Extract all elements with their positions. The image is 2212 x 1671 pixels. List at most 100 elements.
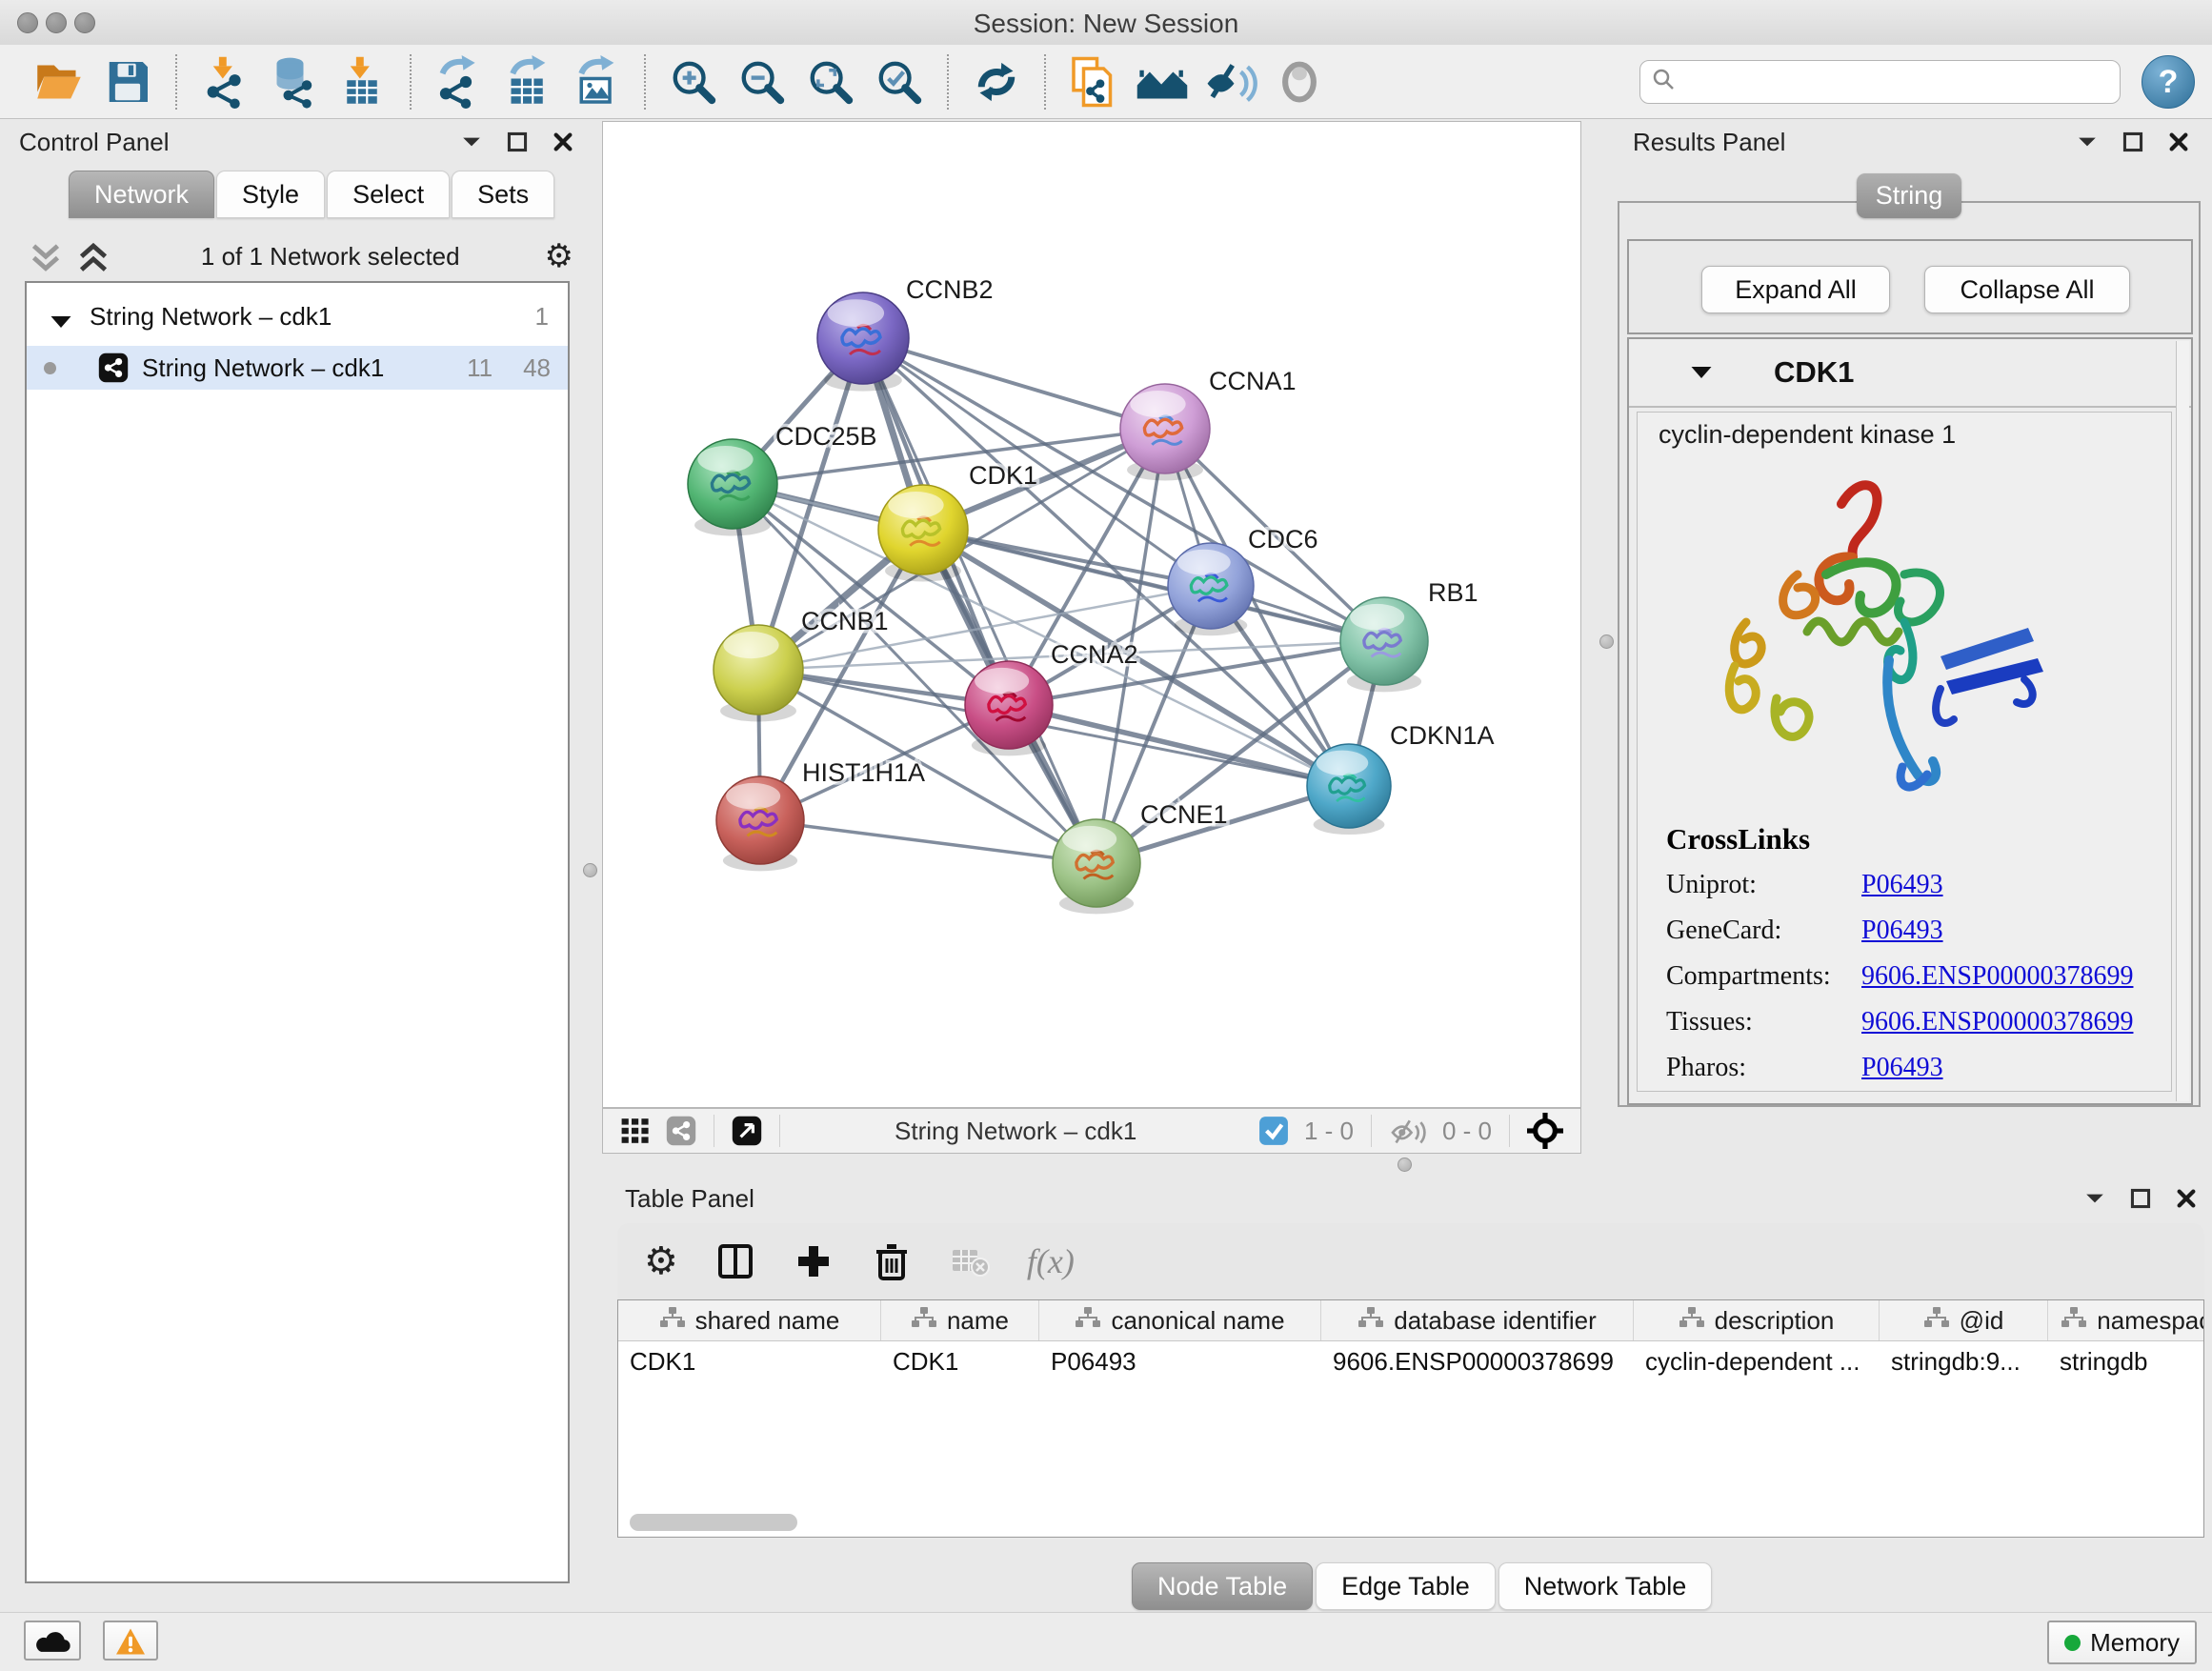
table-horizontal-scrollbar[interactable] bbox=[630, 1514, 797, 1531]
tab-select[interactable]: Select bbox=[327, 171, 450, 218]
warnings-button[interactable] bbox=[103, 1621, 158, 1661]
table-cell[interactable]: CDK1 bbox=[618, 1347, 881, 1377]
tab-string[interactable]: String bbox=[1857, 173, 1961, 218]
import-network-from-database-button[interactable] bbox=[264, 52, 323, 111]
table-cell[interactable]: CDK1 bbox=[881, 1347, 1039, 1377]
column-header-description[interactable]: description bbox=[1634, 1300, 1880, 1340]
first-neighbors-button[interactable] bbox=[1133, 52, 1192, 111]
tab-network-table[interactable]: Network Table bbox=[1498, 1562, 1713, 1610]
help-button[interactable]: ? bbox=[2142, 55, 2195, 109]
network-options-gear-icon[interactable]: ⚙ bbox=[545, 240, 573, 272]
column-header-name[interactable]: name bbox=[881, 1300, 1039, 1340]
table-panel-float-icon[interactable] bbox=[2130, 1188, 2151, 1209]
horizontal-splitter-handle[interactable] bbox=[1398, 1158, 1412, 1172]
collection-expander-icon[interactable] bbox=[50, 308, 72, 325]
delete-column-button[interactable] bbox=[871, 1240, 913, 1282]
import-table-button[interactable] bbox=[332, 52, 392, 111]
refresh-view-button[interactable] bbox=[967, 52, 1026, 111]
svg-text:CCNB2: CCNB2 bbox=[906, 275, 994, 304]
show-all-button[interactable] bbox=[1270, 52, 1329, 111]
search-icon bbox=[1650, 66, 1684, 97]
entry-description: cyclin-dependent kinase 1 bbox=[1659, 420, 1956, 450]
import-network-button[interactable] bbox=[195, 52, 254, 111]
create-column-button[interactable] bbox=[793, 1240, 835, 1282]
column-header-canonical-name[interactable]: canonical name bbox=[1039, 1300, 1321, 1340]
tab-network[interactable]: Network bbox=[69, 171, 214, 218]
results-expand-controls: Expand All Collapse All bbox=[1627, 239, 2193, 334]
table-panel-collapse-icon[interactable] bbox=[2084, 1188, 2105, 1209]
right-splitter-handle[interactable] bbox=[1599, 634, 1614, 649]
tab-node-table[interactable]: Node Table bbox=[1132, 1562, 1313, 1610]
results-panel-close-icon[interactable] bbox=[2168, 131, 2189, 152]
tab-edge-table[interactable]: Edge Table bbox=[1316, 1562, 1496, 1610]
hide-selected-button[interactable] bbox=[1201, 52, 1260, 111]
results-entry-header[interactable]: CDK1 bbox=[1629, 339, 2191, 408]
table-options-gear-icon[interactable]: ⚙ bbox=[644, 1245, 678, 1278]
crosslink-link[interactable]: P06493 bbox=[1861, 870, 2163, 900]
column-header-database-identifier[interactable]: database identifier bbox=[1321, 1300, 1634, 1340]
control-panel-float-icon[interactable] bbox=[507, 131, 528, 152]
save-session-button[interactable] bbox=[98, 52, 157, 111]
export-table-button[interactable] bbox=[498, 52, 557, 111]
control-panel-close-icon[interactable] bbox=[553, 131, 573, 152]
results-panel-title: Results Panel bbox=[1633, 128, 1785, 157]
crosslink-link[interactable]: P06493 bbox=[1861, 916, 2163, 946]
main-toolbar: ? bbox=[0, 45, 2212, 119]
control-panel-title: Control Panel bbox=[19, 128, 170, 157]
export-network-button[interactable] bbox=[430, 52, 489, 111]
column-type-icon bbox=[2061, 1306, 2087, 1336]
network-row-selected[interactable]: String Network – cdk1 11 48 bbox=[27, 346, 568, 390]
network-view-icon[interactable] bbox=[664, 1114, 698, 1148]
table-cell[interactable]: stringdb:9... bbox=[1880, 1347, 2048, 1377]
zoom-fit-button[interactable] bbox=[801, 52, 860, 111]
zoom-selected-button[interactable] bbox=[870, 52, 929, 111]
delete-table-button bbox=[949, 1240, 991, 1282]
table-cell[interactable]: stringdb bbox=[2048, 1347, 2204, 1377]
crosslink-link[interactable]: 9606.ENSP00000378699 bbox=[1861, 1007, 2163, 1037]
zoom-in-button[interactable] bbox=[664, 52, 723, 111]
search-input[interactable] bbox=[1684, 66, 2110, 97]
collapse-all-button[interactable]: Collapse All bbox=[1924, 266, 2130, 313]
left-splitter-handle[interactable] bbox=[583, 863, 597, 877]
tab-sets[interactable]: Sets bbox=[452, 171, 554, 218]
table-cell[interactable]: cyclin-dependent ... bbox=[1634, 1347, 1880, 1377]
crosslink-link[interactable]: P06493 bbox=[1861, 1053, 2163, 1083]
column-header--id[interactable]: @id bbox=[1880, 1300, 2048, 1340]
network-tree: String Network – cdk1 1 String Network –… bbox=[25, 281, 570, 1583]
table-cell[interactable]: 9606.ENSP00000378699 bbox=[1321, 1347, 1634, 1377]
collapse-all-networks-icon[interactable] bbox=[29, 242, 63, 271]
birds-eye-view-button[interactable] bbox=[1525, 1111, 1565, 1151]
cloud-button[interactable] bbox=[24, 1621, 81, 1661]
column-header-namespace[interactable]: namespace bbox=[2048, 1300, 2204, 1340]
results-panel-collapse-icon[interactable] bbox=[2077, 131, 2098, 152]
show-columns-button[interactable] bbox=[714, 1240, 756, 1282]
network-view-toolbar: String Network – cdk1 1 - 0 0 - 0 bbox=[602, 1108, 1581, 1154]
column-label: shared name bbox=[695, 1306, 840, 1336]
column-label: name bbox=[947, 1306, 1009, 1336]
copy-network-button[interactable] bbox=[1064, 52, 1123, 111]
memory-button[interactable]: Memory bbox=[2047, 1621, 2197, 1664]
table-cell[interactable]: P06493 bbox=[1039, 1347, 1321, 1377]
table-row[interactable]: CDK1CDK1P064939606.ENSP00000378699cyclin… bbox=[618, 1341, 2203, 1381]
selected-checkbox-icon[interactable] bbox=[1257, 1114, 1291, 1148]
open-session-button[interactable] bbox=[30, 52, 89, 111]
grid-view-button[interactable] bbox=[618, 1114, 653, 1148]
search-box[interactable] bbox=[1639, 60, 2121, 104]
zoom-out-button[interactable] bbox=[733, 52, 792, 111]
results-entry-panel: CDK1 cyclin-dependent kinase 1 bbox=[1627, 337, 2193, 1105]
network-collection-row[interactable]: String Network – cdk1 1 bbox=[27, 294, 568, 338]
crosslink-link[interactable]: 9606.ENSP00000378699 bbox=[1861, 961, 2163, 992]
export-image-button[interactable] bbox=[567, 52, 626, 111]
results-scrollbar[interactable] bbox=[2176, 341, 2189, 1101]
expand-all-button[interactable]: Expand All bbox=[1701, 266, 1890, 313]
entry-expander-icon[interactable] bbox=[1690, 364, 1713, 381]
detach-view-button[interactable] bbox=[730, 1114, 764, 1148]
crosslink-row: Pharos:P06493 bbox=[1666, 1053, 2163, 1083]
control-panel-collapse-icon[interactable] bbox=[461, 131, 482, 152]
column-header-shared-name[interactable]: shared name bbox=[618, 1300, 881, 1340]
table-panel-close-icon[interactable] bbox=[2176, 1188, 2197, 1209]
expand-all-networks-icon[interactable] bbox=[76, 242, 111, 271]
tab-style[interactable]: Style bbox=[216, 171, 325, 218]
network-canvas[interactable]: CCNB2CCNB2CCNA1CCNA1CDC25BCDC25BCDK1CDK1… bbox=[602, 121, 1581, 1108]
results-panel-float-icon[interactable] bbox=[2122, 131, 2143, 152]
